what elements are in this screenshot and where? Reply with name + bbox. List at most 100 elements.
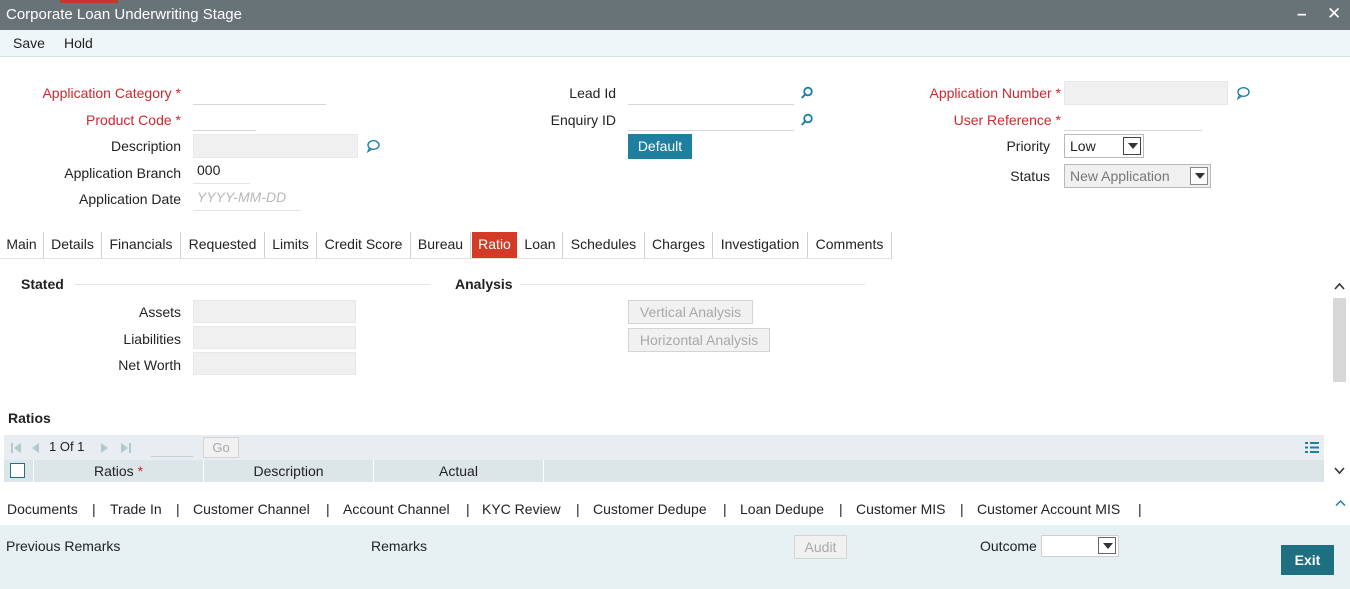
tab-ratio[interactable]: Ratio [472,232,517,258]
close-icon[interactable]: ✕ [1327,4,1341,24]
ratios-column-header[interactable]: Ratios * [34,460,204,482]
description-column-header[interactable]: Description [204,460,374,482]
link-separator: | [326,501,330,517]
sub-screen-links: Documents | Trade In | Customer Channel … [0,493,1350,523]
title-accent [60,0,118,3]
tab-schedules[interactable]: Schedules [563,232,645,258]
next-page-icon[interactable] [100,442,110,454]
scroll-up-icon[interactable] [1334,282,1345,291]
default-button[interactable]: Default [628,134,692,159]
link-separator: | [1138,501,1142,517]
customer-channel-link[interactable]: Customer Channel [193,501,310,517]
search-icon[interactable] [800,86,814,100]
menu-bar: Save Hold [0,30,1350,57]
last-page-icon[interactable] [120,442,132,454]
tab-requested[interactable]: Requested [181,232,265,258]
user-reference-field[interactable] [1064,107,1202,131]
tab-financials[interactable]: Financials [102,232,181,258]
enquiry-id-label: Enquiry ID [550,112,616,128]
net-worth-field [193,352,356,375]
link-separator: | [839,501,843,517]
application-number-label: Application Number * [929,85,1061,101]
page-number-input[interactable] [151,438,193,457]
footer-panel: Previous Remarks Remarks Audit Outcome [0,525,1350,589]
chevron-up-icon[interactable] [1335,499,1346,507]
speech-bubble-icon[interactable] [366,139,380,153]
enquiry-id-field[interactable] [628,107,794,131]
audit-button[interactable]: Audit [794,535,847,559]
lead-id-field[interactable] [628,81,794,105]
exit-button[interactable]: Exit [1281,545,1334,575]
horizontal-analysis-button[interactable]: Horizontal Analysis [628,328,770,352]
previous-page-icon[interactable] [30,442,40,454]
liabilities-field [193,326,356,349]
ratios-grid-header: Ratios * Description Actual [4,460,1324,482]
customer-account-mis-link[interactable]: Customer Account MIS [977,501,1120,517]
stated-heading: Stated [21,276,64,292]
chevron-down-icon [1190,167,1208,185]
scroll-down-icon[interactable] [1334,466,1345,475]
link-separator: | [466,501,470,517]
select-all-checkbox[interactable] [10,463,25,478]
tab-main[interactable]: Main [0,232,44,258]
pager-text: 1 Of 1 [49,439,85,454]
application-branch-field[interactable]: 000 [193,160,250,184]
application-category-label: Application Category * [42,85,181,101]
hold-menu-item[interactable]: Hold [64,35,93,51]
status-select: New Application [1064,164,1211,188]
user-reference-label: User Reference * [953,112,1061,128]
link-separator: | [92,501,96,517]
application-date-field[interactable]: YYYY-MM-DD [193,187,301,211]
tab-details[interactable]: Details [44,232,102,258]
tab-loan[interactable]: Loan [518,232,563,258]
lead-id-label: Lead Id [569,85,616,101]
description-field [193,134,358,158]
tab-credit-score[interactable]: Credit Score [317,232,411,258]
go-button[interactable]: Go [203,437,239,458]
tab-charges[interactable]: Charges [645,232,713,258]
assets-field [193,300,356,323]
product-code-field[interactable] [193,107,256,131]
account-channel-link[interactable]: Account Channel [343,501,450,517]
tab-divider [0,258,892,259]
column-list-icon[interactable] [1305,441,1319,454]
status-value: New Application [1070,168,1170,184]
documents-link[interactable]: Documents [7,501,78,517]
minimize-button[interactable]: – [1297,4,1306,24]
speech-bubble-icon[interactable] [1236,86,1250,100]
application-category-field[interactable] [193,81,326,105]
outcome-select[interactable] [1041,535,1119,557]
customer-mis-link[interactable]: Customer MIS [856,501,945,517]
content-scrollbar[interactable] [1331,266,1348,484]
actual-column-header[interactable]: Actual [374,460,544,482]
first-page-icon[interactable] [10,442,22,454]
link-separator: | [723,501,727,517]
tab-bureau[interactable]: Bureau [411,232,471,258]
save-menu-item[interactable]: Save [13,35,45,51]
loan-dedupe-link[interactable]: Loan Dedupe [740,501,824,517]
application-branch-label: Application Branch [64,165,181,181]
tab-limits[interactable]: Limits [265,232,317,258]
assets-label: Assets [138,304,181,320]
tab-comments[interactable]: Comments [808,232,892,258]
status-label: Status [1010,168,1050,184]
priority-label: Priority [1006,138,1050,154]
priority-select[interactable]: Low [1064,134,1144,158]
remarks-label: Remarks [371,538,428,554]
select-all-cell [4,460,34,482]
window-title-bar: Corporate Loan Underwriting Stage – ✕ [0,0,1350,30]
customer-dedupe-link[interactable]: Customer Dedupe [593,501,707,517]
vertical-analysis-button[interactable]: Vertical Analysis [628,300,753,324]
trade-in-link[interactable]: Trade In [110,501,162,517]
kyc-review-link[interactable]: KYC Review [482,501,561,517]
description-label: Description [110,138,181,154]
stated-divider [75,284,430,285]
chevron-down-icon [1123,137,1141,155]
tab-investigation[interactable]: Investigation [713,232,808,258]
scrollbar-thumb[interactable] [1333,298,1346,382]
net-worth-label: Net Worth [118,357,181,373]
analysis-heading: Analysis [455,276,513,292]
link-separator: | [576,501,580,517]
priority-value: Low [1070,138,1096,154]
search-icon[interactable] [800,113,814,127]
